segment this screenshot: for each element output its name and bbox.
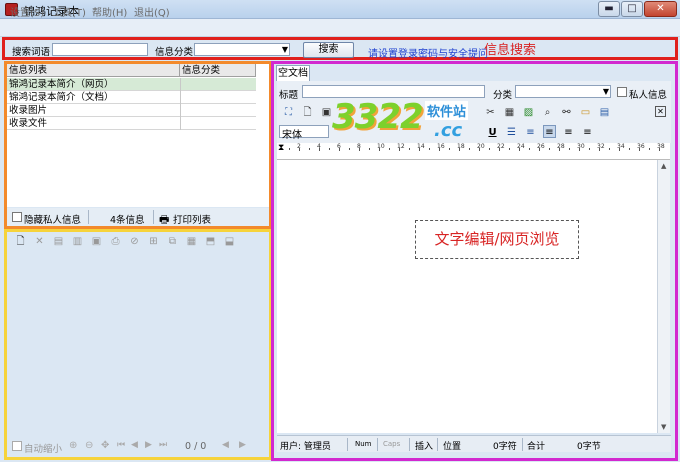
keyword-label: 搜索词语 (12, 47, 51, 58)
first-page-icon[interactable]: ⏮ (117, 440, 125, 450)
next-page-icon[interactable]: ▶ (145, 440, 152, 450)
category-label: 信息分类 (155, 47, 194, 58)
paste-icon[interactable]: ▦ (185, 235, 198, 248)
watermark-site: 软件站 (425, 101, 469, 120)
print-icon[interactable]: ⎙ (109, 235, 122, 248)
menu-tools[interactable]: 工具(T) (52, 4, 86, 19)
chevron-down-icon: ▼ (281, 45, 288, 54)
import-icon[interactable]: ⬒ (204, 235, 217, 248)
minimize-button[interactable]: ▬ (598, 1, 620, 17)
keyword-input[interactable] (52, 43, 148, 56)
close-button[interactable]: ✕ (644, 1, 677, 17)
copy-icon[interactable]: ⧉ (166, 235, 179, 248)
menu-bar (0, 19, 680, 37)
save-icon[interactable]: ▤ (52, 235, 65, 248)
attach-icon[interactable]: ⬓ (223, 235, 236, 248)
export-icon[interactable]: ▣ (90, 235, 103, 248)
menu-exit[interactable]: 退出(Q) (134, 4, 170, 19)
scroll-right-icon[interactable]: ▶ (239, 440, 246, 450)
zoom-out-icon[interactable]: ⊖ (85, 440, 93, 451)
prev-page-icon[interactable]: ◀ (131, 440, 138, 450)
auto-shrink-label: 自动缩小 (24, 444, 63, 455)
lower-toolbar: 🗋 ✕ ▤ ▥ ▣ ⎙ ⊘ ⊞ ⧉ ▦ ⬒ ⬓ (14, 235, 264, 251)
zoom-in-icon[interactable]: ⊕ (69, 440, 77, 451)
scroll-left-icon[interactable]: ◀ (222, 440, 229, 450)
open-icon[interactable]: ⊞ (147, 235, 160, 248)
save-as-icon[interactable]: ▥ (71, 235, 84, 248)
stop-icon[interactable]: ⊘ (128, 235, 141, 248)
last-page-icon[interactable]: ⏭ (159, 440, 167, 450)
lower-status: 自动缩小 ⊕ ⊖ ✥ ⏮ ◀ ▶ ⏭ 0 / 0 ◀ ▶ (7, 437, 269, 455)
new-file-icon[interactable]: 🗋 (14, 235, 27, 248)
menu-settings[interactable]: 设置(S) (10, 4, 44, 19)
search-button[interactable]: 搜索 (303, 42, 354, 58)
move-icon[interactable]: ✥ (101, 440, 109, 451)
auto-shrink-checkbox[interactable] (12, 441, 22, 451)
watermark-domain: .cc (434, 120, 463, 141)
delete-icon[interactable]: ✕ (33, 235, 46, 248)
search-annotation: 信息搜索 (484, 43, 537, 58)
security-setup-link[interactable]: 请设置登录密码与安全提问 (368, 45, 488, 60)
lower-highlight-box (4, 229, 272, 460)
maximize-button[interactable]: □ (621, 1, 643, 17)
page-counter: 0 / 0 (185, 441, 207, 452)
menu-help[interactable]: 帮助(H) (92, 4, 127, 19)
category-select[interactable]: ▼ (194, 43, 290, 56)
list-highlight-box (4, 61, 272, 229)
watermark-logo: 3322 (332, 97, 424, 137)
